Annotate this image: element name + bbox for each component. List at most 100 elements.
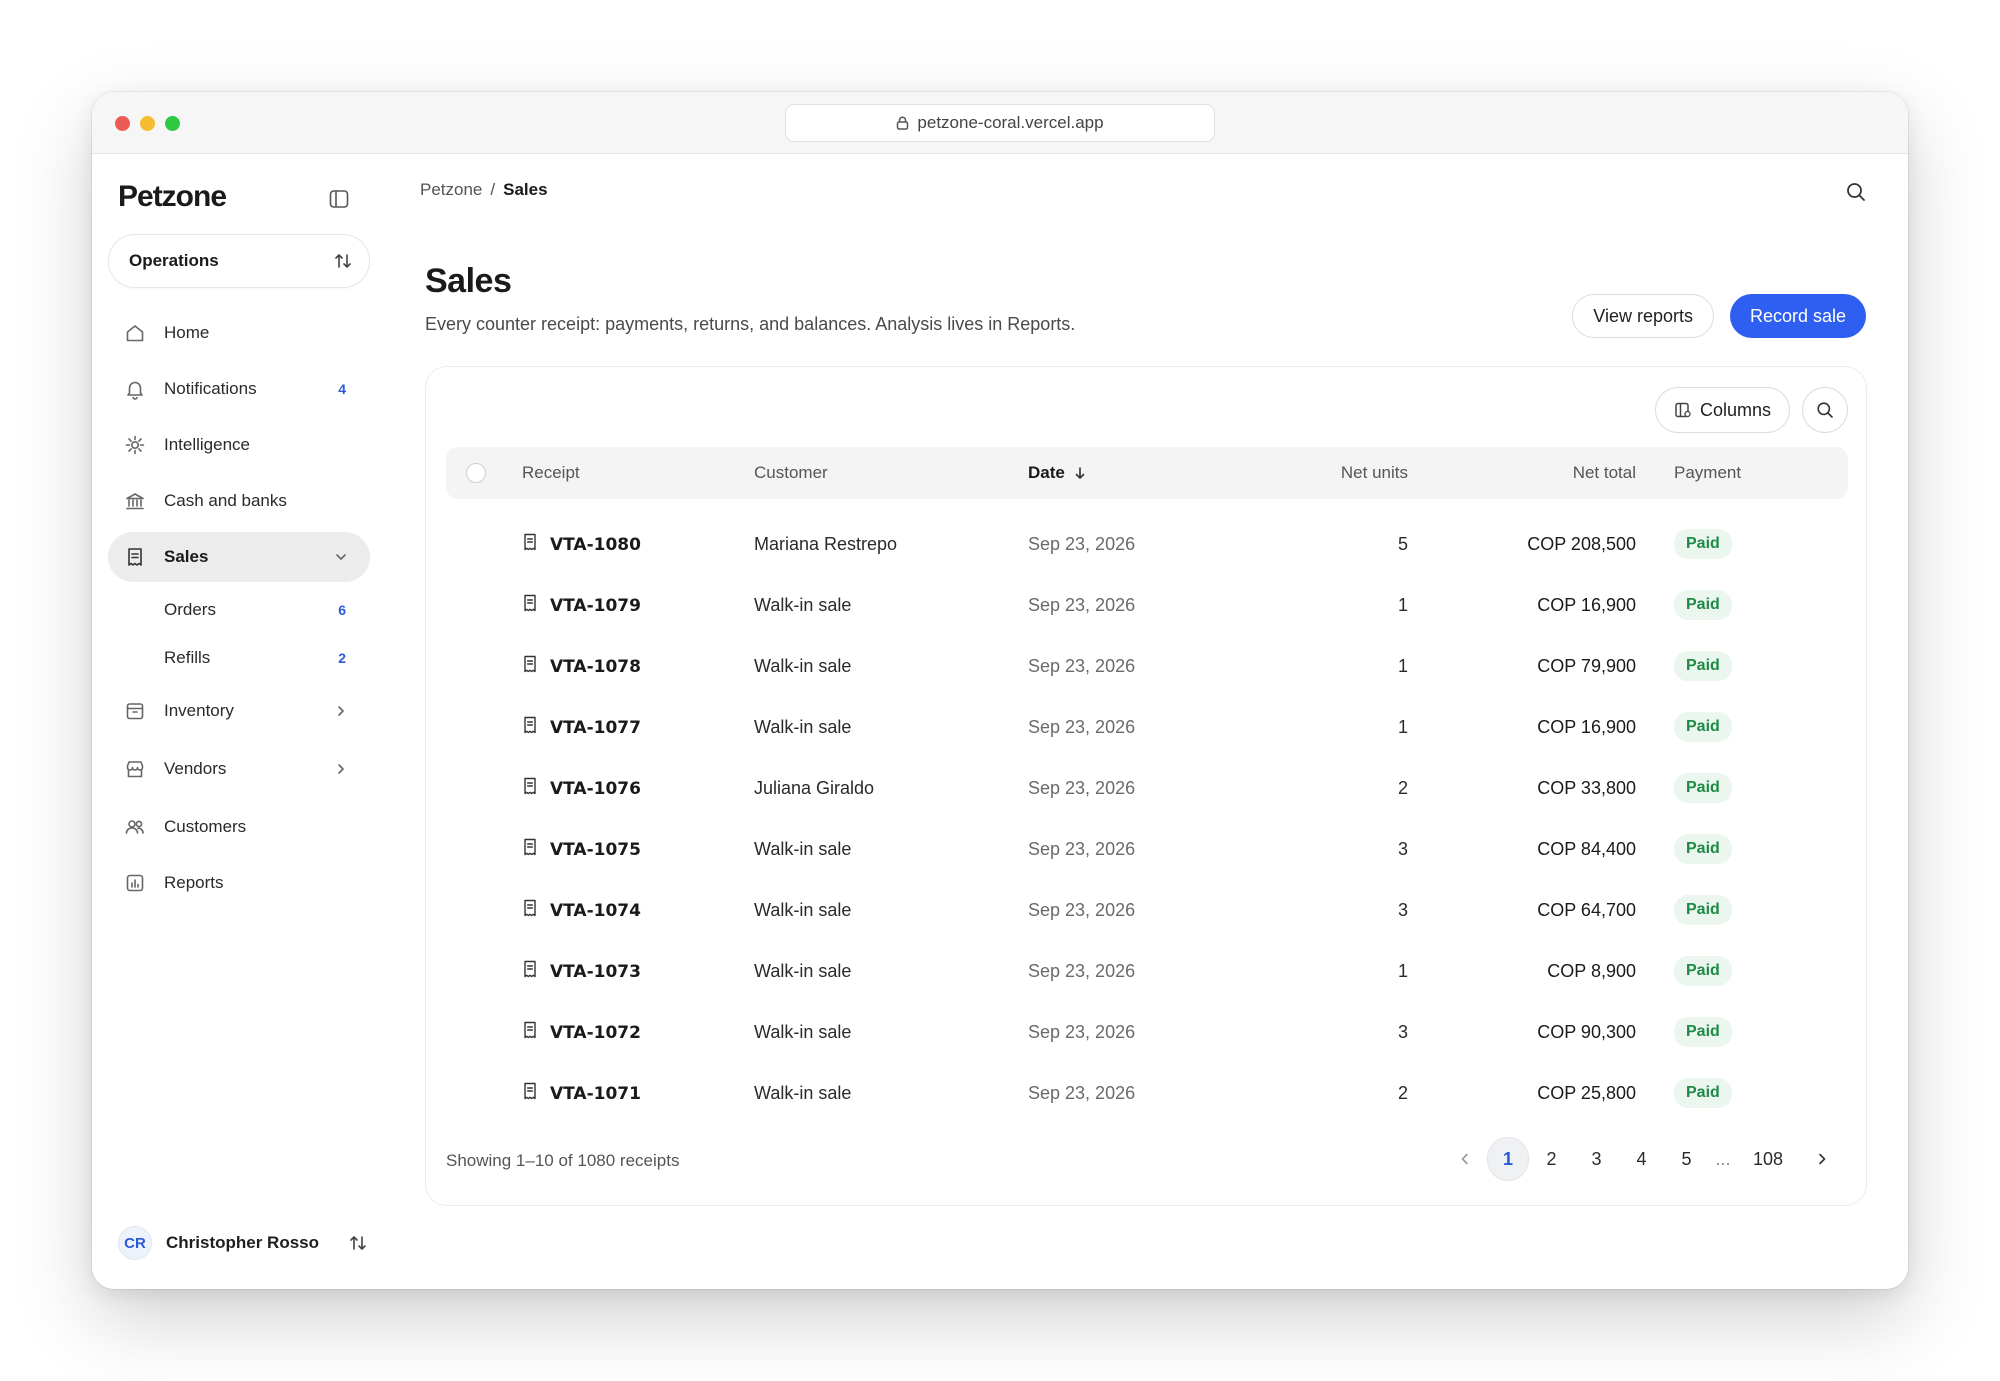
user-menu[interactable]: CR Christopher Rosso (118, 1225, 368, 1261)
header-net-total[interactable]: Net total (1573, 463, 1636, 483)
maximize-window-button[interactable] (165, 116, 180, 131)
gear-icon (124, 434, 146, 456)
minimize-window-button[interactable] (140, 116, 155, 131)
next-page-button[interactable] (1799, 1137, 1844, 1181)
receipt-cell[interactable]: VTA-1074 (522, 899, 641, 922)
sidebar-item-label: Vendors (164, 759, 227, 778)
table-row[interactable]: VTA-1079 Walk-in sale Sep 23, 2026 1 COP 16,… (446, 576, 1848, 636)
customer-cell: Mariana Restrepo (754, 534, 898, 554)
header-receipt[interactable]: Receipt (522, 463, 580, 483)
sidebar-toggle-icon[interactable] (328, 188, 350, 210)
sidebar-item-vendors[interactable]: Vendors (108, 744, 370, 794)
sidebar-item-label: Notifications (164, 379, 257, 398)
avatar: CR (118, 1226, 152, 1260)
swap-icon (350, 1236, 366, 1250)
table-row[interactable]: VTA-1072 Walk-in sale Sep 23, 2026 3 COP 90,… (446, 1003, 1848, 1063)
receipt-cell[interactable]: VTA-1075 (522, 838, 641, 861)
pagination: 1 2 3 4 5 ... 108 (1442, 1137, 1844, 1181)
receipt-icon (522, 1082, 538, 1105)
header-net-units[interactable]: Net units (1341, 463, 1408, 483)
receipt-id: VTA-1075 (550, 839, 641, 860)
date-cell: Sep 23, 2026 (1028, 839, 1136, 859)
url-bar[interactable]: petzone-coral.vercel.app (785, 104, 1215, 142)
receipt-cell[interactable]: VTA-1072 (522, 1021, 641, 1044)
receipt-cell[interactable]: VTA-1079 (522, 594, 641, 617)
receipt-cell[interactable]: VTA-1076 (522, 777, 641, 800)
receipt-cell[interactable]: VTA-1080 (522, 533, 641, 556)
receipt-icon (522, 533, 538, 556)
brand-logo[interactable]: Petzone (118, 180, 227, 214)
close-window-button[interactable] (115, 116, 130, 131)
net-total-cell: COP 16,900 (1537, 717, 1636, 737)
net-total-cell: COP 90,300 (1537, 1022, 1636, 1042)
page-button-last[interactable]: 108 (1737, 1137, 1799, 1181)
receipt-cell[interactable]: VTA-1071 (522, 1082, 641, 1105)
sidebar-subitem-label: Orders (164, 600, 216, 619)
arrow-down-icon (1075, 467, 1085, 479)
record-sale-button[interactable]: Record sale (1729, 294, 1866, 338)
sidebar-item-customers[interactable]: Customers (108, 802, 370, 852)
receipt-id: VTA-1079 (550, 595, 641, 616)
date-cell: Sep 23, 2026 (1028, 595, 1136, 615)
table-header: Receipt Customer Date Net units Net tota… (446, 447, 1848, 499)
breadcrumb: Petzone / Sales (420, 180, 548, 200)
net-total-cell: COP 79,900 (1537, 656, 1636, 676)
chevron-right-icon (1818, 1153, 1825, 1165)
header-customer[interactable]: Customer (754, 463, 828, 483)
table-row[interactable]: VTA-1077 Walk-in sale Sep 23, 2026 1 COP 16,… (446, 698, 1848, 758)
sidebar-item-cash-and-banks[interactable]: Cash and banks (108, 476, 370, 526)
search-icon[interactable] (1844, 180, 1868, 204)
customer-cell: Walk-in sale (754, 1083, 852, 1103)
page-subtitle: Every counter receipt: payments, returns… (425, 314, 1076, 334)
page-button-1[interactable]: 1 (1487, 1137, 1529, 1181)
sidebar-item-label: Reports (164, 873, 224, 892)
table-row[interactable]: VTA-1080 Mariana Restrepo Sep 23, 2026 5 COP… (446, 515, 1848, 575)
page-button-5[interactable]: 5 (1664, 1137, 1709, 1181)
sidebar-subitem-refills[interactable]: Refills 2 (108, 636, 370, 680)
workspace-switcher[interactable]: Operations (108, 234, 370, 288)
page-button-4[interactable]: 4 (1619, 1137, 1664, 1181)
receipt-cell[interactable]: VTA-1073 (522, 960, 641, 983)
columns-icon (1675, 402, 1691, 418)
home-icon (124, 322, 146, 344)
receipt-cell[interactable]: VTA-1077 (522, 716, 641, 739)
net-units-cell: 2 (1397, 1083, 1408, 1103)
table-row[interactable]: VTA-1071 Walk-in sale Sep 23, 2026 2 COP 25,… (446, 1064, 1848, 1124)
sidebar-subitem-orders[interactable]: Orders 6 (108, 588, 370, 632)
table-row[interactable]: VTA-1078 Walk-in sale Sep 23, 2026 1 COP 79,… (446, 637, 1848, 697)
page-button-2[interactable]: 2 (1529, 1137, 1574, 1181)
customer-cell: Walk-in sale (754, 717, 852, 737)
sidebar-item-inventory[interactable]: Inventory (108, 686, 370, 736)
table-row[interactable]: VTA-1074 Walk-in sale Sep 23, 2026 3 COP 64,… (446, 881, 1848, 941)
table-search-button[interactable] (1802, 387, 1848, 433)
table-row[interactable]: VTA-1073 Walk-in sale Sep 23, 2026 1 COP 8,9… (446, 942, 1848, 1002)
sidebar-item-sales[interactable]: Sales (108, 532, 370, 582)
sidebar-item-home[interactable]: Home (108, 308, 370, 358)
page-button-3[interactable]: 3 (1574, 1137, 1619, 1181)
prev-page-button[interactable] (1442, 1137, 1487, 1181)
sidebar-item-reports[interactable]: Reports (108, 858, 370, 908)
customer-cell: Walk-in sale (754, 961, 852, 981)
receipt-id: VTA-1073 (550, 961, 641, 982)
sidebar-item-label: Sales (164, 547, 209, 566)
title-bar: petzone-coral.vercel.app (92, 92, 1908, 154)
sidebar-item-intelligence[interactable]: Intelligence (108, 420, 370, 470)
sidebar-item-notifications[interactable]: Notifications 4 (108, 364, 370, 414)
user-name: Christopher Rosso (166, 1233, 320, 1252)
breadcrumb-root[interactable]: Petzone (420, 180, 482, 200)
view-reports-button[interactable]: View reports (1572, 294, 1714, 338)
net-units-cell: 1 (1397, 961, 1408, 981)
select-all-checkbox[interactable] (466, 463, 486, 483)
table-row[interactable]: VTA-1075 Walk-in sale Sep 23, 2026 3 COP 84,… (446, 820, 1848, 880)
receipt-cell[interactable]: VTA-1078 (522, 655, 641, 678)
columns-button[interactable]: Columns (1654, 387, 1790, 433)
net-total-cell: COP 16,900 (1537, 595, 1636, 615)
header-payment[interactable]: Payment (1674, 463, 1741, 483)
payment-status-badge: Paid (1674, 590, 1732, 620)
chevron-right-icon (338, 764, 344, 774)
header-date[interactable]: Date (1028, 463, 1087, 483)
customer-cell: Juliana Giraldo (754, 778, 875, 798)
net-units-cell: 3 (1397, 1022, 1408, 1042)
net-total-cell: COP 64,700 (1537, 900, 1636, 920)
table-row[interactable]: VTA-1076 Juliana Giraldo Sep 23, 2026 2 COP … (446, 759, 1848, 819)
